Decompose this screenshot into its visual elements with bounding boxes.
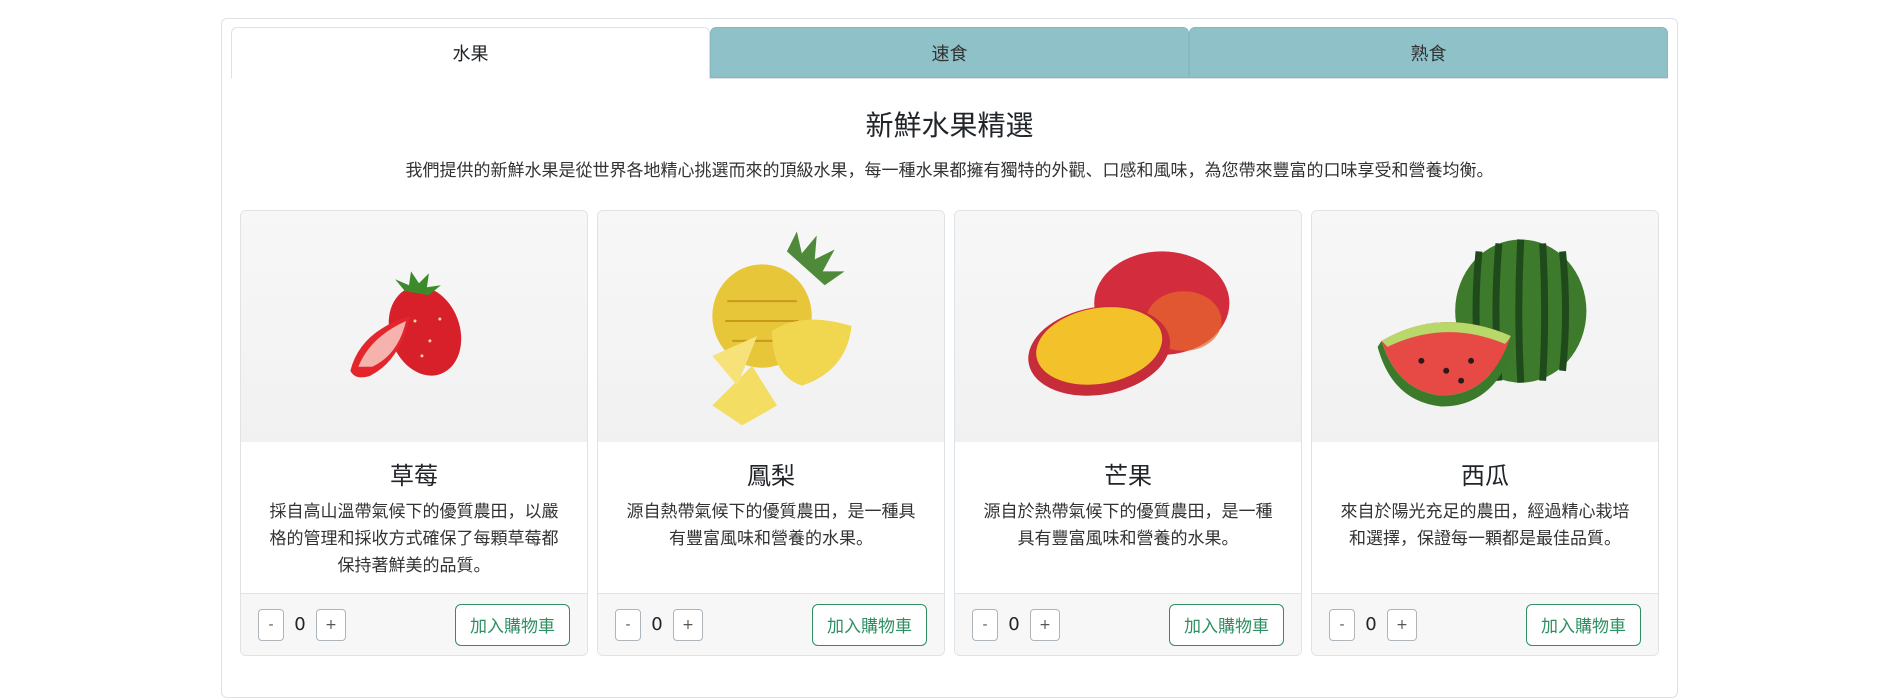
product-name: 草莓 (390, 462, 438, 490)
product-name: 芒果 (1104, 462, 1152, 490)
product-description: 源自熱帶氣候下的優質農田，是一種具有豐富風味和營養的水果。 (626, 502, 916, 549)
product-description: 源自於熱帶氣候下的優質農田，是一種具有豐富風味和營養的水果。 (983, 502, 1273, 549)
add-to-cart-button[interactable]: 加入購物車 (1526, 603, 1641, 646)
product-card: 西瓜 來自於陽光充足的農田，經過精心栽培和選擇，保證每一顆都是最佳品質。 - 0… (1311, 210, 1659, 656)
decrement-button[interactable]: - (972, 608, 998, 641)
tab-fast-food[interactable]: 速食 (710, 27, 1189, 78)
tab-cooked-food[interactable]: 熟食 (1189, 27, 1668, 78)
quantity-stepper: - 0 + (972, 608, 1060, 641)
section-description: 我們提供的新鮮水果是從世界各地精心挑選而來的頂級水果，每一種水果都擁有獨特的外觀… (405, 161, 1494, 181)
pineapple-image (598, 211, 944, 442)
decrement-button[interactable]: - (258, 608, 284, 641)
quantity-stepper: - 0 + (258, 608, 346, 641)
mango-image (955, 211, 1301, 442)
card-footer: - 0 + 加入購物車 (1312, 593, 1658, 655)
increment-button[interactable]: + (1387, 608, 1417, 641)
quantity-value: 0 (294, 614, 306, 635)
add-to-cart-button[interactable]: 加入購物車 (1169, 603, 1284, 646)
quantity-stepper: - 0 + (1329, 608, 1417, 641)
card-footer: - 0 + 加入購物車 (241, 593, 587, 655)
quantity-value: 0 (1008, 614, 1020, 635)
increment-button[interactable]: + (316, 608, 346, 641)
product-name: 西瓜 (1461, 462, 1509, 490)
card-footer: - 0 + 加入購物車 (598, 593, 944, 655)
add-to-cart-button[interactable]: 加入購物車 (455, 603, 570, 646)
quantity-value: 0 (651, 614, 663, 635)
quantity-stepper: - 0 + (615, 608, 703, 641)
product-description: 採自高山溫帶氣候下的優質農田，以嚴格的管理和採收方式確保了每顆草莓都保持著鮮美的… (269, 502, 559, 576)
product-card: 鳳梨 源自熱帶氣候下的優質農田，是一種具有豐富風味和營養的水果。 - 0 + 加… (597, 210, 945, 656)
increment-button[interactable]: + (673, 608, 703, 641)
quantity-value: 0 (1365, 614, 1377, 635)
category-tabs: 水果 速食 熟食 (231, 27, 1668, 79)
product-grid: 草莓 採自高山溫帶氣候下的優質農田，以嚴格的管理和採收方式確保了每顆草莓都保持著… (240, 210, 1659, 656)
product-card: 草莓 採自高山溫帶氣候下的優質農田，以嚴格的管理和採收方式確保了每顆草莓都保持著… (240, 210, 588, 656)
decrement-button[interactable]: - (615, 608, 641, 641)
add-to-cart-button[interactable]: 加入購物車 (812, 603, 927, 646)
increment-button[interactable]: + (1030, 608, 1060, 641)
decrement-button[interactable]: - (1329, 608, 1355, 641)
watermelon-image (1312, 211, 1658, 442)
product-name: 鳳梨 (747, 462, 795, 490)
product-card: 芒果 源自於熱帶氣候下的優質農田，是一種具有豐富風味和營養的水果。 - 0 + … (954, 210, 1302, 656)
strawberry-image (241, 211, 587, 442)
product-description: 來自於陽光充足的農田，經過精心栽培和選擇，保證每一顆都是最佳品質。 (1340, 502, 1630, 549)
tab-fruit[interactable]: 水果 (231, 27, 710, 79)
section-title: 新鮮水果精選 (865, 109, 1034, 142)
card-footer: - 0 + 加入購物車 (955, 593, 1301, 655)
